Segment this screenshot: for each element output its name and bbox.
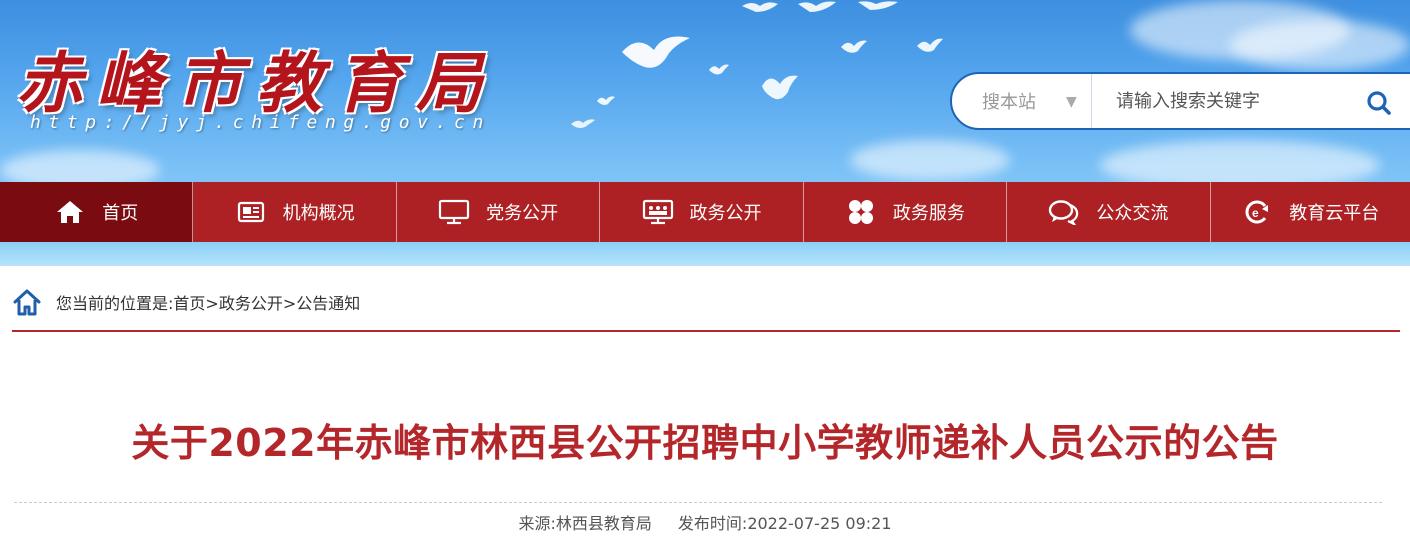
monitor-icon	[438, 198, 470, 226]
breadcrumb-separator: >	[282, 294, 297, 313]
main-nav: 首页 机构概况 党务公开 政务公开 政务服务 公众交流 e 教育云平台	[0, 182, 1410, 242]
dove-icon	[917, 38, 943, 52]
source-label: 来源:	[518, 514, 556, 533]
article-meta: 来源:林西县教育局 发布时间:2022-07-25 09:21	[0, 510, 1410, 534]
home-icon	[54, 198, 86, 226]
nav-item-party-affairs[interactable]: 党务公开	[397, 182, 601, 242]
search-scope-label: 搜本站	[982, 92, 1036, 113]
nav-item-label: 政务公开	[689, 203, 762, 224]
banner-bottom-strip	[0, 242, 1410, 266]
nav-item-public-exchange[interactable]: 公众交流	[1007, 182, 1211, 242]
svg-text:e: e	[1252, 206, 1259, 220]
search-icon[interactable]	[1366, 90, 1392, 116]
nav-item-label: 政务服务	[892, 203, 965, 224]
source-value: 林西县教育局	[555, 514, 652, 533]
dove-icon	[709, 64, 729, 75]
dove-icon	[597, 96, 615, 105]
nav-item-label: 教育云平台	[1289, 203, 1380, 224]
search-scope-select[interactable]: 搜本站 ▼	[952, 74, 1092, 128]
home-outline-icon	[13, 289, 41, 316]
site-url: http://jyj.chifeng.gov.cn	[30, 112, 491, 133]
date-value: 2022-07-25 09:21	[747, 514, 892, 533]
nav-item-home[interactable]: 首页	[0, 182, 194, 242]
breadcrumb-item-government-affairs[interactable]: 政务公开	[219, 294, 283, 313]
cloud-decoration	[1230, 20, 1410, 70]
site-logo-title[interactable]: 赤峰市教育局	[16, 30, 536, 122]
nav-item-government-affairs[interactable]: 政务公开	[600, 182, 804, 242]
grid-icon	[845, 198, 877, 226]
search-input[interactable]	[1092, 74, 1342, 128]
cloud-icon: e	[1241, 198, 1273, 226]
presentation-icon	[642, 198, 674, 226]
title-divider	[14, 502, 1382, 503]
breadcrumb-item-announcements[interactable]: 公告通知	[296, 294, 360, 313]
breadcrumb-item-home[interactable]: 首页	[173, 294, 205, 313]
dove-icon	[571, 119, 595, 128]
breadcrumb: 您当前的位置是:首页>政务公开>公告通知	[12, 288, 1400, 332]
newspaper-icon	[235, 198, 267, 226]
breadcrumb-separator: >	[205, 294, 219, 313]
nav-item-government-services[interactable]: 政务服务	[804, 182, 1008, 242]
chat-icon	[1048, 198, 1080, 226]
search-bar: 搜本站 ▼	[950, 72, 1410, 130]
date-label: 发布时间:	[677, 514, 748, 533]
nav-item-label: 党务公开	[486, 203, 559, 224]
nav-item-label: 首页	[102, 203, 139, 224]
dove-icon	[622, 36, 690, 68]
cloud-decoration	[850, 140, 1010, 180]
article-title: 关于2022年赤峰市林西县公开招聘中小学教师递补人员公示的公告	[131, 421, 1279, 465]
nav-item-organization[interactable]: 机构概况	[193, 182, 397, 242]
nav-item-label: 机构概况	[282, 203, 355, 224]
caret-down-icon: ▼	[1066, 94, 1077, 110]
dove-flock-icon	[742, 1, 898, 13]
nav-item-education-cloud[interactable]: e 教育云平台	[1211, 182, 1410, 242]
nav-item-label: 公众交流	[1096, 203, 1169, 224]
dove-icon	[762, 75, 798, 100]
dove-icon	[841, 40, 867, 53]
breadcrumb-prefix: 您当前的位置是:	[56, 294, 174, 313]
